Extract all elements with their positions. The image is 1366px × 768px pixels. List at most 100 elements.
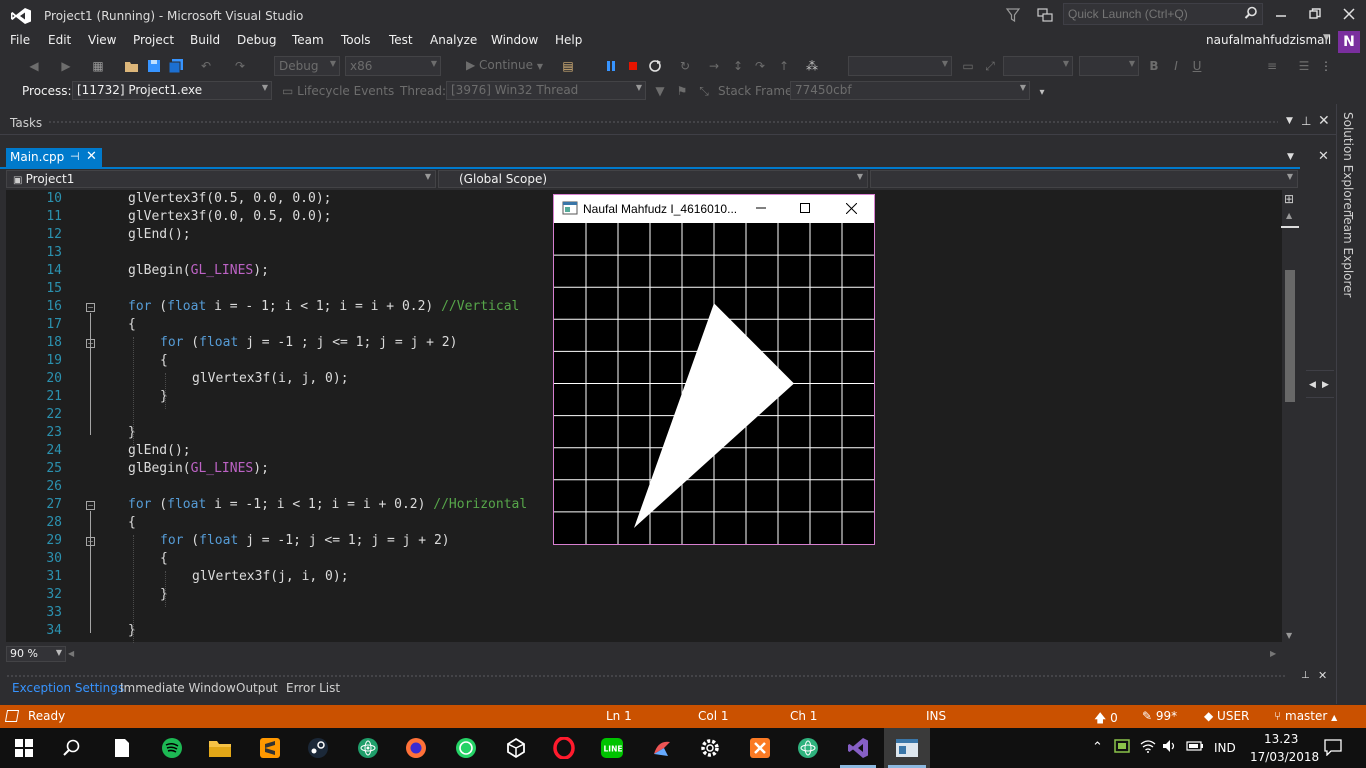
code-line[interactable]: for (float i = -1; i < 1; i = i + 0.2) /…	[128, 497, 527, 512]
wifi-icon[interactable]	[1140, 738, 1156, 757]
code-line[interactable]: glVertex3f(i, j, 0);	[192, 371, 349, 386]
feedback-icon[interactable]	[1036, 7, 1054, 23]
clock-date[interactable]: 17/03/2018	[1250, 750, 1319, 764]
layout-icon[interactable]: ▭	[960, 58, 976, 74]
stack-frame-dropdown[interactable]: 77450cbf ▼	[790, 81, 1030, 100]
collapse-toggle[interactable]: −	[86, 501, 95, 510]
pin-icon[interactable]: ⊥	[1301, 114, 1311, 128]
menu-window[interactable]: Window	[491, 33, 538, 47]
solution-explorer-tab[interactable]: Solution Explorer	[1341, 112, 1355, 215]
user-account[interactable]: naufalmahfudzismail	[1206, 33, 1331, 47]
atom-alt-icon[interactable]	[796, 736, 820, 760]
debug-bar-overflow-icon[interactable]: ▾	[1034, 84, 1050, 100]
code-line[interactable]: glEnd();	[128, 227, 191, 242]
code-line[interactable]: }	[160, 587, 168, 602]
code-line[interactable]: glVertex3f(j, i, 0);	[192, 569, 349, 584]
search-icon[interactable]	[1244, 6, 1258, 20]
break-all-button[interactable]	[603, 58, 619, 74]
scope-dropdown[interactable]: (Global Scope) ▼	[438, 170, 868, 188]
pin-tab-icon[interactable]: ⊣	[70, 150, 80, 163]
code-line[interactable]: glVertex3f(0.0, 0.5, 0.0);	[128, 209, 332, 224]
menu-analyze[interactable]: Analyze	[430, 33, 477, 47]
xampp-icon[interactable]	[748, 736, 772, 760]
scroll-up-icon[interactable]: ▲	[1286, 211, 1292, 220]
show-hidden-icons-icon[interactable]: ⌃	[1092, 740, 1103, 755]
restart-button[interactable]	[647, 58, 663, 74]
platform-dropdown[interactable]: x86 ▼	[345, 56, 441, 76]
nvidia-tray-icon[interactable]	[1114, 738, 1130, 757]
menu-view[interactable]: View	[88, 33, 116, 47]
tasks-dropdown-icon[interactable]: ▼	[1286, 116, 1293, 126]
document-close-all-icon[interactable]: ✕	[1318, 149, 1329, 164]
publish-button[interactable]: 🡅 0	[1094, 709, 1118, 730]
unity-icon[interactable]	[504, 736, 528, 760]
input-language[interactable]: IND	[1214, 741, 1236, 755]
underline-icon[interactable]: U	[1189, 58, 1205, 74]
code-line[interactable]: {	[128, 515, 136, 530]
thread-dropdown[interactable]: [3976] Win32 Thread ▼	[446, 81, 646, 100]
code-line[interactable]: }	[128, 425, 136, 440]
windows-start-icon[interactable]	[12, 736, 36, 760]
firefox-icon[interactable]	[404, 736, 428, 760]
tasks-close-icon[interactable]: ✕	[1318, 113, 1330, 129]
scroll-down-icon[interactable]: ▼	[1286, 631, 1292, 640]
menu-debug[interactable]: Debug	[237, 33, 276, 47]
output-pin-icon[interactable]: ⊥	[1301, 670, 1310, 681]
code-line[interactable]: for (float j = -1 ; j <= 1; j = j + 2)	[160, 335, 457, 350]
step-into-icon[interactable]: →	[706, 58, 722, 74]
hex-display-icon[interactable]: ⁂	[804, 58, 820, 74]
scrollbar-thumb[interactable]	[1285, 270, 1295, 402]
document-list-icon[interactable]: ▼	[1287, 152, 1294, 162]
vertical-scrollbar[interactable]	[1282, 190, 1298, 642]
restore-button[interactable]	[1298, 0, 1332, 28]
scroll-right-icon[interactable]: ▶	[1322, 380, 1329, 390]
open-file-icon[interactable]	[124, 58, 140, 74]
scroll-left-icon[interactable]: ◀	[1309, 380, 1316, 390]
code-line[interactable]: glEnd();	[128, 443, 191, 458]
tab-immediate-window[interactable]: Immediate Window	[120, 681, 236, 695]
atom-icon[interactable]	[356, 736, 380, 760]
save-icon[interactable]	[146, 58, 162, 74]
project-dropdown[interactable]: ▣ Project1 ▼	[6, 170, 436, 188]
thread-filter-icon[interactable]: ▼	[652, 83, 668, 99]
whatsapp-icon[interactable]	[454, 736, 478, 760]
redo-icon[interactable]: ↷	[232, 58, 248, 74]
opera-icon[interactable]	[552, 736, 576, 760]
quick-launch-input[interactable]	[1064, 4, 1262, 24]
process-dropdown[interactable]: [11732] Project1.exe ▼	[72, 81, 272, 100]
toolbar-empty-dropdown-1[interactable]: ▼	[848, 56, 952, 76]
notification-filter-icon[interactable]	[1005, 7, 1021, 23]
code-line[interactable]: glVertex3f(0.5, 0.0, 0.0);	[128, 191, 332, 206]
menu-file[interactable]: File	[10, 33, 30, 47]
menu-edit[interactable]: Edit	[48, 33, 71, 47]
forward-icon[interactable]: ▶	[58, 58, 74, 74]
code-line[interactable]: }	[160, 389, 168, 404]
volume-icon[interactable]	[1162, 738, 1178, 757]
chevron-down-icon[interactable]: ▼	[1323, 33, 1330, 43]
toolbar-empty-dropdown-2[interactable]: ▼	[1003, 56, 1073, 76]
gl-maximize-button[interactable]	[796, 200, 814, 216]
thread-flag-icon[interactable]: ⚑	[674, 83, 690, 99]
code-line[interactable]: }	[128, 623, 136, 638]
output-close-icon[interactable]: ✕	[1318, 669, 1327, 682]
code-line[interactable]: {	[128, 317, 136, 332]
back-icon[interactable]: ◀	[26, 58, 42, 74]
sublime-text-icon[interactable]	[258, 736, 282, 760]
repository-button[interactable]: ◆ USER	[1204, 709, 1249, 723]
collapse-toggle[interactable]: −	[86, 303, 95, 312]
italic-icon[interactable]: I	[1168, 58, 1184, 74]
quick-launch-box[interactable]	[1063, 3, 1263, 25]
settings-gear-icon[interactable]	[698, 736, 722, 760]
menu-project[interactable]: Project	[133, 33, 174, 47]
new-project-icon[interactable]: ▦	[90, 58, 106, 74]
line-icon[interactable]: LINE	[600, 736, 624, 760]
clock-time[interactable]: 13.23	[1264, 732, 1298, 746]
tab-exception-settings[interactable]: Exception Settings	[12, 681, 124, 695]
visual-studio-taskbar-icon[interactable]	[846, 736, 870, 760]
process-icon[interactable]: ▤	[560, 58, 576, 74]
configuration-dropdown[interactable]: Debug ▼	[274, 56, 340, 76]
align-icon[interactable]: ≡	[1264, 58, 1280, 74]
team-explorer-tab[interactable]: Team Explorer	[1341, 212, 1355, 298]
step-over-icon[interactable]: ↕	[730, 58, 746, 74]
hscroll-left-icon[interactable]: ◀	[68, 649, 74, 658]
